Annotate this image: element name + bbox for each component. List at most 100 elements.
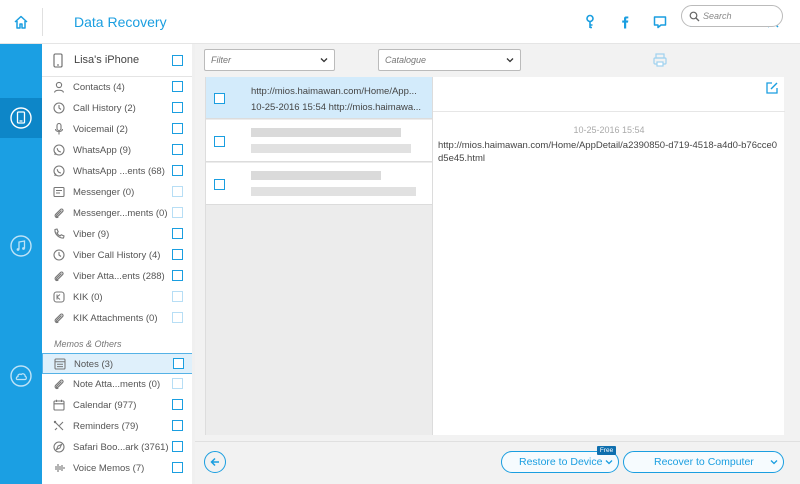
waveform-icon [52, 461, 66, 475]
category-item[interactable]: KIK (0) [42, 287, 193, 308]
facebook-button[interactable] [615, 12, 635, 32]
category-label: WhatsApp ...ents (68) [73, 166, 165, 177]
back-button[interactable] [204, 451, 226, 473]
list-item[interactable] [206, 120, 433, 162]
note-title: http://mios.haimawan.com/Home/App... [251, 86, 417, 97]
category-item[interactable]: KIK Attachments (0) [42, 308, 193, 329]
category-item[interactable]: Note Atta...ments (0) [42, 374, 193, 395]
category-checkbox[interactable] [172, 102, 183, 113]
category-label: Contacts (4) [73, 82, 125, 93]
category-checkbox[interactable] [172, 123, 183, 134]
category-label: Voicemail (2) [73, 124, 128, 135]
category-checkbox [172, 312, 183, 323]
paperclip-icon [52, 377, 66, 391]
filter-placeholder: Filter [211, 55, 231, 65]
category-item[interactable]: WhatsApp (9) [42, 140, 193, 161]
category-item[interactable]: Voice Memos (7) [42, 458, 193, 479]
category-item[interactable]: Reminders (79) [42, 416, 193, 437]
paperclip-icon [52, 206, 66, 220]
category-label: Notes (3) [74, 359, 114, 370]
category-label: Viber Atta...ents (288) [73, 271, 165, 282]
category-item[interactable]: Call History (2) [42, 98, 193, 119]
category-checkbox[interactable] [172, 420, 183, 431]
category-item[interactable]: Contacts (4) [42, 77, 193, 98]
print-button[interactable] [652, 52, 668, 68]
recover-from-itunes-tab[interactable] [0, 226, 42, 266]
filter-bar: Filter Catalogue [195, 44, 800, 76]
home-button[interactable] [0, 0, 42, 44]
catalogue-dropdown[interactable]: Catalogue [378, 49, 521, 71]
category-checkbox [172, 291, 183, 302]
device-header: Lisa's iPhone [42, 44, 193, 77]
item-checkbox[interactable] [214, 136, 225, 147]
search-input[interactable]: Search [681, 5, 783, 27]
recover-to-computer-button[interactable]: Recover to Computer [623, 451, 784, 473]
search-icon [689, 11, 700, 22]
category-checkbox[interactable] [172, 462, 183, 473]
list-item[interactable]: http://mios.haimawan.com/Home/App... 10-… [206, 77, 433, 119]
category-item[interactable]: WhatsApp ...ents (68) [42, 161, 193, 182]
category-item[interactable]: Messenger...ments (0) [42, 203, 193, 224]
recover-label: Recover to Computer [654, 456, 754, 468]
message-icon [52, 185, 66, 199]
category-item[interactable]: Messenger (0) [42, 182, 193, 203]
filter-dropdown[interactable]: Filter [204, 49, 335, 71]
clock-icon [52, 101, 66, 115]
category-item[interactable]: Viber Atta...ents (288) [42, 266, 193, 287]
category-checkbox[interactable] [172, 144, 183, 155]
device-recover-icon [10, 107, 32, 129]
clock-icon [52, 248, 66, 262]
item-checkbox[interactable] [214, 93, 225, 104]
edit-button[interactable] [765, 81, 779, 95]
mode-sidebar [0, 44, 42, 484]
category-label: WhatsApp (9) [73, 145, 132, 156]
category-checkbox[interactable] [172, 270, 183, 281]
facebook-icon [622, 16, 629, 29]
notes-list: http://mios.haimawan.com/Home/App... 10-… [205, 77, 433, 435]
list-item[interactable] [206, 163, 433, 205]
category-item[interactable]: Safari Boo...ark (3761) [42, 437, 193, 458]
detail-header [433, 77, 785, 112]
category-label: Voice Memos (7) [73, 463, 145, 474]
title-bar: Data Recovery [0, 0, 800, 44]
blurred-subtitle [251, 144, 411, 153]
select-all-checkbox[interactable] [172, 55, 183, 66]
category-item[interactable]: Voicemail (2) [42, 119, 193, 140]
category-item[interactable]: Notes (3) [42, 353, 193, 374]
blurred-title [251, 171, 381, 180]
app-title: Data Recovery [74, 14, 167, 30]
category-checkbox[interactable] [172, 441, 183, 452]
feedback-button[interactable] [650, 12, 670, 32]
category-checkbox[interactable] [172, 399, 183, 410]
category-panel: Lisa's iPhone Contacts (4) Call History (… [42, 44, 193, 484]
reminder-icon [52, 419, 66, 433]
category-item[interactable]: Viber (9) [42, 224, 193, 245]
recover-from-icloud-tab[interactable] [0, 356, 42, 396]
edit-icon [766, 82, 778, 94]
category-checkbox[interactable] [172, 165, 183, 176]
category-checkbox[interactable] [172, 228, 183, 239]
whatsapp-icon [52, 143, 66, 157]
whatsapp-icon [52, 164, 66, 178]
cloud-icon [10, 365, 32, 387]
paperclip-icon [52, 269, 66, 283]
recover-from-device-tab[interactable] [0, 98, 42, 138]
note-detail-pane: 10-25-2016 15:54 http://mios.haimawan.co… [432, 77, 785, 435]
category-checkbox[interactable] [172, 81, 183, 92]
category-checkbox[interactable] [173, 358, 184, 369]
chat-icon [653, 16, 667, 29]
item-checkbox[interactable] [214, 179, 225, 190]
note-content: http://mios.haimawan.com/Home/AppDetail/… [438, 140, 778, 164]
notes-icon [53, 357, 67, 371]
category-checkbox[interactable] [172, 249, 183, 260]
arrow-left-icon [210, 457, 219, 467]
key-button[interactable] [580, 12, 600, 32]
chevron-down-icon [506, 58, 514, 63]
note-subtitle: 10-25-2016 15:54 http://mios.haimawa... [251, 102, 422, 113]
category-checkbox [172, 207, 183, 218]
device-name: Lisa's iPhone [74, 54, 140, 66]
category-checkbox [172, 186, 183, 197]
category-label: Safari Boo...ark (3761) [73, 442, 169, 453]
category-item[interactable]: Calendar (977) [42, 395, 193, 416]
category-item[interactable]: Viber Call History (4) [42, 245, 193, 266]
